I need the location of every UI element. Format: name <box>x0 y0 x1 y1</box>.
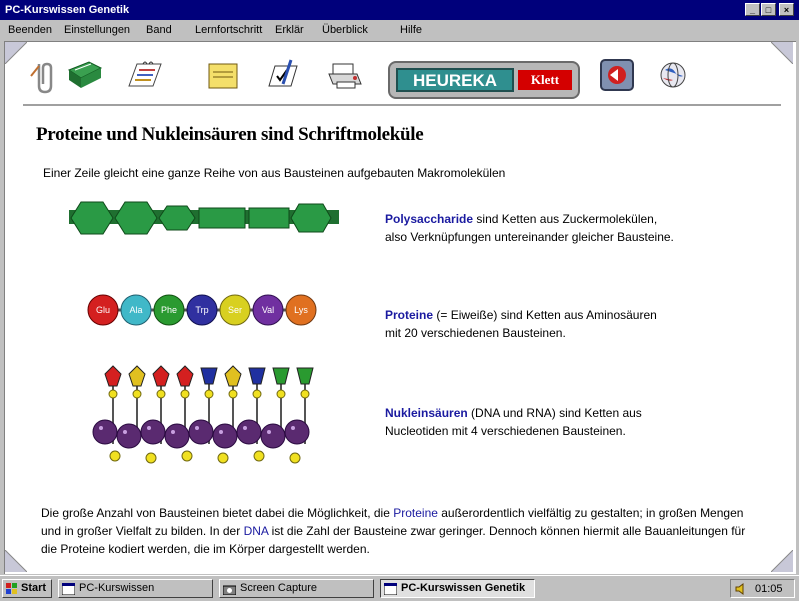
menu-lernfortschritt[interactable]: Lernfortschritt <box>195 24 262 36</box>
task-label: PC-Kurswissen Genetik <box>401 582 526 594</box>
window-title: PC-Kurswissen Genetik <box>5 4 130 16</box>
nucleic-line1: (DNA und RNA) sind Ketten aus <box>471 406 642 420</box>
logo-heureka-text: HEUREKA <box>396 68 514 92</box>
amino-label: Ala <box>129 305 142 315</box>
camera-icon <box>223 585 236 595</box>
protein-description: Proteine (= Eiweiße) sind Ketten aus Ami… <box>385 306 725 342</box>
minimize-button[interactable]: _ <box>745 3 760 16</box>
paperclip-icon[interactable] <box>25 56 65 94</box>
page-title: Proteine und Nukleinsäuren sind Schriftm… <box>36 124 424 145</box>
start-label: Start <box>21 582 47 594</box>
term-nukleinsaeuren[interactable]: Nukleinsäuren <box>385 406 468 420</box>
app-window-icon <box>384 583 397 595</box>
polysaccharide-line1: sind Ketten aus Zuckermolekülen, <box>476 212 658 226</box>
amino-label: Trp <box>195 305 208 315</box>
menu-bar: Beenden Einstellungen Band Lernfortschri… <box>0 20 799 40</box>
windows-logo-icon <box>6 583 17 594</box>
nucleic-acid-description: Nukleinsäuren (DNA und RNA) sind Ketten … <box>385 404 725 440</box>
page-corner-bottom-right-icon[interactable] <box>771 550 793 572</box>
system-tray: 01:05 <box>730 579 795 598</box>
back-arrow-icon[interactable] <box>597 56 637 94</box>
protein-line2: mit 20 verschiedenen Bausteinen. <box>385 326 566 340</box>
start-button[interactable]: Start <box>2 579 52 598</box>
page-corner-top-right-icon <box>771 42 793 64</box>
polysaccharide-description: Polysaccharide sind Ketten aus Zuckermol… <box>385 210 725 246</box>
clock[interactable]: 01:05 <box>755 583 783 595</box>
summary-paragraph: Die große Anzahl von Bausteinen bietet d… <box>41 504 761 558</box>
amino-label: Phe <box>161 305 177 315</box>
close-button[interactable]: × <box>779 3 794 16</box>
nucleic-acid-illustration <box>92 365 314 464</box>
protein-line1: (= Eiweiße) sind Ketten aus Aminosäuren <box>436 308 657 322</box>
page-corner-bottom-left-icon[interactable] <box>5 550 27 572</box>
speaker-icon[interactable] <box>735 583 747 595</box>
quiz-icon[interactable] <box>263 56 303 94</box>
toolbar-divider <box>23 104 781 106</box>
maximize-button[interactable]: □ <box>761 3 776 16</box>
task-label: Screen Capture <box>240 582 318 594</box>
notepad-icon[interactable] <box>203 56 243 94</box>
menu-ueberblick[interactable]: Überblick <box>322 24 368 36</box>
menu-erklaer[interactable]: Erklär <box>275 24 304 36</box>
taskbar: Start PC-Kurswissen Screen Capture PC-Ku… <box>0 575 799 601</box>
globe-icon[interactable] <box>653 56 693 94</box>
page-corner-top-left-icon <box>5 42 27 64</box>
polysaccharide-line2: also Verknüpfungen untereinander gleiche… <box>385 230 674 244</box>
amino-label: Val <box>262 305 274 315</box>
amino-label: Lys <box>294 305 308 315</box>
book-icon[interactable] <box>65 56 105 94</box>
polysaccharide-chain-illustration <box>69 201 339 235</box>
menu-beenden[interactable]: Beenden <box>8 24 52 36</box>
link-dna[interactable]: DNA <box>244 524 269 538</box>
menu-band[interactable]: Band <box>146 24 172 36</box>
app-window-icon <box>62 583 75 595</box>
menu-einstellungen[interactable]: Einstellungen <box>64 24 130 36</box>
printer-icon[interactable] <box>325 56 365 94</box>
content-area: HEUREKA Klett Proteine und Nukleinsäuren… <box>4 41 796 574</box>
amino-label: Ser <box>228 305 242 315</box>
amino-label: Glu <box>96 305 110 315</box>
paragraph-start: Die große Anzahl von Bausteinen bietet d… <box>41 506 394 520</box>
task-screen-capture[interactable]: Screen Capture <box>219 579 374 598</box>
logo-klett-text: Klett <box>518 70 572 90</box>
notebook-icon[interactable] <box>125 56 165 94</box>
menu-hilfe[interactable]: Hilfe <box>400 24 422 36</box>
task-label: PC-Kurswissen <box>79 582 155 594</box>
link-proteine[interactable]: Proteine <box>393 506 438 520</box>
term-proteine[interactable]: Proteine <box>385 308 433 322</box>
window-titlebar: PC-Kurswissen Genetik _ □ × <box>0 0 799 20</box>
heureka-logo: HEUREKA Klett <box>388 61 580 99</box>
task-pc-kurswissen[interactable]: PC-Kurswissen <box>58 579 213 598</box>
protein-chain-illustration: Glu Ala Phe Trp Ser Val Lys <box>87 294 317 326</box>
nucleic-line2: Nucleotiden mit 4 verschiedenen Baustein… <box>385 424 626 438</box>
term-polysaccharide[interactable]: Polysaccharide <box>385 212 473 226</box>
task-pc-kurswissen-genetik[interactable]: PC-Kurswissen Genetik <box>380 579 535 598</box>
intro-text: Einer Zeile gleicht eine ganze Reihe von… <box>43 166 506 180</box>
